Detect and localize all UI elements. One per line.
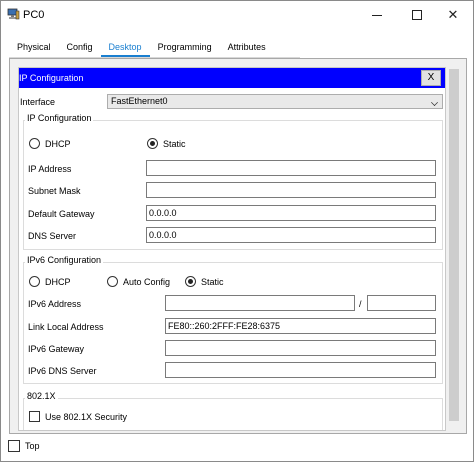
ip-address-label: IP Address: [28, 164, 72, 174]
link-local-input[interactable]: FE80::260:2FFF:FE28:6375: [165, 318, 436, 334]
ipv6-static-label: Static: [201, 277, 224, 287]
prefix-separator: /: [359, 299, 362, 309]
subnet-mask-input[interactable]: [146, 182, 436, 198]
horizontal-scroll-thumb[interactable]: [139, 430, 445, 431]
ipv6-dhcp-label: DHCP: [45, 277, 71, 287]
dns-server-label: DNS Server: [28, 231, 77, 241]
dot1x-group-title: 802.1X: [25, 391, 58, 401]
ipv4-static-label: Static: [163, 139, 186, 149]
interface-label: Interface: [20, 97, 56, 107]
dialog-close-button[interactable]: X: [421, 70, 441, 86]
use-dot1x-checkbox[interactable]: [29, 411, 40, 422]
ipv6-auto-config-label: Auto Config: [123, 277, 171, 287]
vertical-scrollbar[interactable]: [448, 67, 460, 431]
use-dot1x-label: Use 802.1X Security: [45, 412, 128, 422]
tab-programming[interactable]: Programming: [150, 37, 220, 57]
ipv6-gateway-input[interactable]: [165, 340, 436, 356]
ipv6-auto-config-radio[interactable]: [107, 276, 118, 287]
ipv6-address-input[interactable]: [165, 295, 355, 311]
ip-address-input[interactable]: [146, 160, 436, 176]
dialog-title: IP Configuration: [19, 73, 84, 83]
dns-server-input[interactable]: 0.0.0.0: [146, 227, 436, 243]
ipv6-address-label: IPv6 Address: [28, 299, 82, 309]
ipv4-static-radio[interactable]: [147, 138, 158, 149]
close-icon: ✕: [447, 7, 459, 22]
ipv4-group-title: IP Configuration: [25, 113, 94, 123]
default-gateway-label: Default Gateway: [28, 209, 95, 219]
ipv6-group-title: IPv6 Configuration: [25, 255, 104, 265]
tab-attributes[interactable]: Attributes: [220, 37, 274, 57]
pc-app-icon: [7, 8, 20, 20]
chevron-down-icon: [431, 99, 438, 106]
link-local-label: Link Local Address: [28, 322, 104, 332]
vertical-scroll-thumb[interactable]: [449, 69, 459, 421]
ipv6-dhcp-radio[interactable]: [29, 276, 40, 287]
ipv6-dns-input[interactable]: [165, 362, 436, 378]
ipv4-dhcp-radio[interactable]: [29, 138, 40, 149]
default-gateway-input[interactable]: 0.0.0.0: [146, 205, 436, 221]
maximize-button[interactable]: [397, 1, 437, 29]
ipv6-dns-label: IPv6 DNS Server: [28, 366, 97, 376]
tab-desktop[interactable]: Desktop: [100, 37, 150, 57]
tab-config[interactable]: Config: [59, 37, 101, 57]
dialog-header: IP Configuration X: [19, 68, 445, 88]
pc0-window: PC0 ✕ Physical Config Desktop Programmin…: [0, 0, 474, 462]
maximize-icon: [412, 10, 422, 20]
desktop-panel: IP Configuration X Interface FastEtherne…: [9, 58, 467, 434]
title-bar: PC0 ✕: [1, 1, 473, 29]
minimize-button[interactable]: [357, 1, 397, 29]
subnet-mask-label: Subnet Mask: [28, 186, 81, 196]
ipv6-prefix-input[interactable]: [367, 295, 436, 311]
top-checkbox[interactable]: [8, 440, 20, 452]
ip-configuration-dialog: IP Configuration X Interface FastEtherne…: [18, 67, 446, 431]
ipv4-dhcp-label: DHCP: [45, 139, 71, 149]
window-title: PC0: [23, 9, 45, 21]
tab-physical[interactable]: Physical: [9, 37, 59, 57]
top-label: Top: [25, 441, 40, 451]
close-button[interactable]: ✕: [433, 1, 473, 29]
minimize-icon: [372, 14, 382, 16]
ipv6-gateway-label: IPv6 Gateway: [28, 344, 85, 354]
ipv6-static-radio[interactable]: [185, 276, 196, 287]
tab-strip: Physical Config Desktop Programming Attr…: [9, 37, 274, 57]
interface-select[interactable]: FastEthernet0: [107, 94, 443, 109]
interface-value: FastEthernet0: [111, 96, 168, 106]
